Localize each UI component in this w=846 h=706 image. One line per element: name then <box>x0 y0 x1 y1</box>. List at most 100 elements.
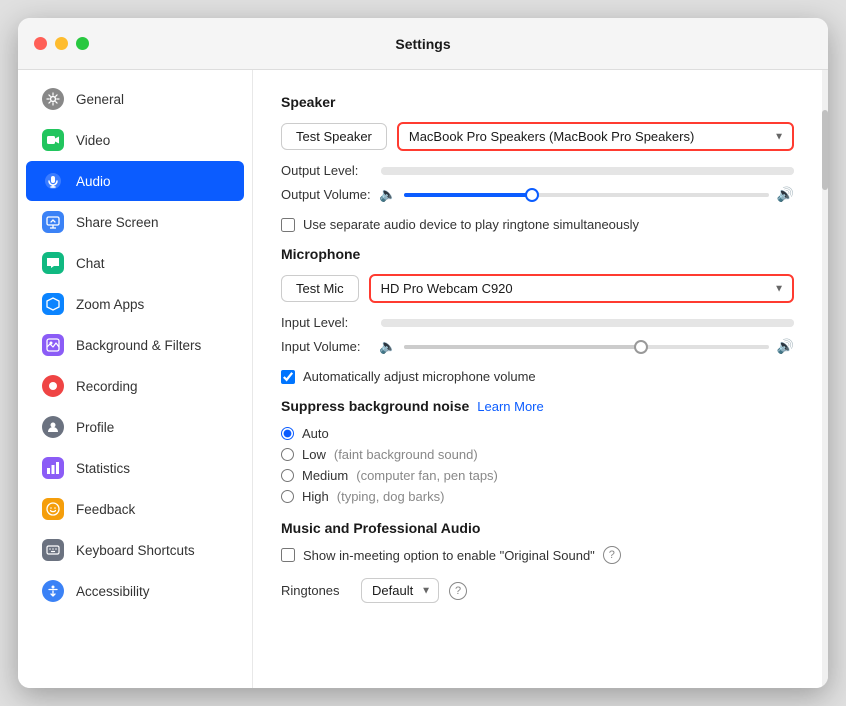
sidebar-item-video[interactable]: Video <box>26 120 244 160</box>
input-volume-row: Input Volume: 🔈 🔊 <box>281 338 794 355</box>
level-seg <box>672 167 712 175</box>
sidebar-item-zoomapps[interactable]: Zoom Apps <box>26 284 244 324</box>
speaker-select-wrapper: MacBook Pro Speakers (MacBook Pro Speake… <box>397 122 794 151</box>
auto-adjust-row: Automatically adjust microphone volume <box>281 369 794 384</box>
settings-window: Settings General Video <box>18 18 828 688</box>
radio-auto[interactable] <box>281 427 294 440</box>
sidebar-item-label-general: General <box>76 92 124 107</box>
mic-select-wrapper: HD Pro Webcam C920 <box>369 274 794 303</box>
test-speaker-button[interactable]: Test Speaker <box>281 123 387 150</box>
separate-device-checkbox[interactable] <box>281 218 295 232</box>
sidebar-item-label-profile: Profile <box>76 420 114 435</box>
level-seg <box>464 167 504 175</box>
suppress-row: Suppress background noise Learn More <box>281 398 794 414</box>
music-audio-title: Music and Professional Audio <box>281 520 794 536</box>
radio-medium[interactable] <box>281 469 294 482</box>
learn-more-link[interactable]: Learn More <box>477 399 543 414</box>
auto-adjust-label: Automatically adjust microphone volume <box>303 369 536 384</box>
sidebar-item-keyboard[interactable]: Keyboard Shortcuts <box>26 530 244 570</box>
level-seg <box>506 319 546 327</box>
suppress-section: Suppress background noise Learn More Aut… <box>281 398 794 504</box>
input-volume-slider[interactable] <box>404 345 768 349</box>
sidebar-item-general[interactable]: General <box>26 79 244 119</box>
volume-low-icon: 🔈 <box>379 186 396 203</box>
output-level-label: Output Level: <box>281 163 371 178</box>
radio-medium-label: Medium <box>302 468 348 483</box>
ringtones-row: Ringtones Default ? <box>281 578 794 603</box>
output-level-bar <box>381 167 794 175</box>
sidebar-item-label-feedback: Feedback <box>76 502 135 517</box>
speaker-control-row: Test Speaker MacBook Pro Speakers (MacBo… <box>281 122 794 151</box>
level-seg <box>713 319 753 327</box>
sidebar-item-audio[interactable]: Audio <box>26 161 244 201</box>
level-seg <box>713 167 753 175</box>
level-seg <box>381 319 421 327</box>
microphone-section: Microphone Test Mic HD Pro Webcam C920 I… <box>281 246 794 384</box>
scrollbar-thumb[interactable] <box>822 110 828 190</box>
ringtones-select[interactable]: Default <box>361 578 439 603</box>
level-seg <box>506 167 546 175</box>
sidebar-item-label-chat: Chat <box>76 256 105 271</box>
sidebar-item-profile[interactable]: Profile <box>26 407 244 447</box>
input-level-bar <box>381 319 794 327</box>
level-seg <box>423 319 463 327</box>
radio-low[interactable] <box>281 448 294 461</box>
bgfilters-icon <box>42 334 64 356</box>
input-volume-fill <box>404 345 641 349</box>
music-audio-section: Music and Professional Audio Show in-mee… <box>281 520 794 603</box>
profile-icon <box>42 416 64 438</box>
level-seg <box>423 167 463 175</box>
level-seg <box>589 319 629 327</box>
audio-icon <box>42 170 64 192</box>
output-volume-label: Output Volume: <box>281 187 371 202</box>
feedback-icon <box>42 498 64 520</box>
suppress-radio-group: Auto Low (faint background sound) Medium… <box>281 426 794 504</box>
minimize-button[interactable] <box>55 37 68 50</box>
output-volume-fill <box>404 193 531 197</box>
sidebar-item-chat[interactable]: Chat <box>26 243 244 283</box>
sidebar-item-sharescreen[interactable]: Share Screen <box>26 202 244 242</box>
test-mic-button[interactable]: Test Mic <box>281 275 359 302</box>
sidebar-item-recording[interactable]: Recording <box>26 366 244 406</box>
volume-high-icon: 🔊 <box>777 186 794 203</box>
mic-select[interactable]: HD Pro Webcam C920 <box>369 274 794 303</box>
level-seg <box>630 319 670 327</box>
zoomapps-icon <box>42 293 64 315</box>
chat-icon <box>42 252 64 274</box>
suppress-noise-label: Suppress background noise <box>281 398 469 414</box>
titlebar: Settings <box>18 18 828 70</box>
sidebar-item-label-sharescreen: Share Screen <box>76 215 159 230</box>
close-button[interactable] <box>34 37 47 50</box>
level-seg <box>755 167 795 175</box>
speaker-select[interactable]: MacBook Pro Speakers (MacBook Pro Speake… <box>397 122 794 151</box>
maximize-button[interactable] <box>76 37 89 50</box>
speaker-section: Speaker Test Speaker MacBook Pro Speaker… <box>281 94 794 232</box>
sidebar-item-label-recording: Recording <box>76 379 138 394</box>
input-volume-low-icon: 🔈 <box>379 338 396 355</box>
output-volume-slider[interactable] <box>404 193 768 197</box>
sidebar-item-feedback[interactable]: Feedback <box>26 489 244 529</box>
original-sound-checkbox[interactable] <box>281 548 295 562</box>
radio-low-label: Low <box>302 447 326 462</box>
radio-medium-row: Medium (computer fan, pen taps) <box>281 468 794 483</box>
sidebar-item-label-keyboard: Keyboard Shortcuts <box>76 543 195 558</box>
auto-adjust-checkbox[interactable] <box>281 370 295 384</box>
sidebar-item-accessibility[interactable]: Accessibility <box>26 571 244 611</box>
mic-control-row: Test Mic HD Pro Webcam C920 <box>281 274 794 303</box>
input-volume-high-icon: 🔊 <box>777 338 794 355</box>
level-seg <box>547 319 587 327</box>
radio-low-row: Low (faint background sound) <box>281 447 794 462</box>
statistics-icon <box>42 457 64 479</box>
sidebar-item-statistics[interactable]: Statistics <box>26 448 244 488</box>
radio-high[interactable] <box>281 490 294 503</box>
original-sound-help-icon[interactable]: ? <box>603 546 621 564</box>
ringtones-select-wrapper: Default <box>361 578 439 603</box>
input-volume-thumb[interactable] <box>634 340 648 354</box>
separate-device-row: Use separate audio device to play ringto… <box>281 217 794 232</box>
level-seg <box>381 167 421 175</box>
output-volume-thumb[interactable] <box>525 188 539 202</box>
ringtones-help-icon[interactable]: ? <box>449 582 467 600</box>
sidebar: General Video Audio <box>18 70 253 688</box>
input-level-label: Input Level: <box>281 315 371 330</box>
sidebar-item-bgfilters[interactable]: Background & Filters <box>26 325 244 365</box>
